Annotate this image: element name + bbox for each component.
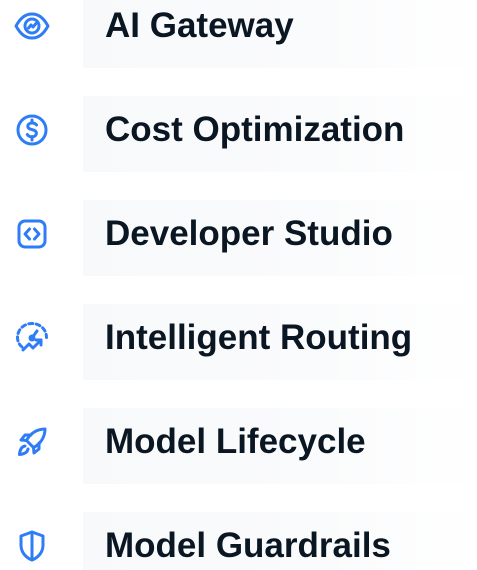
menu-item-label: Cost Optimization (105, 110, 405, 149)
speedometer-trend-icon (14, 320, 50, 356)
eye-icon (14, 8, 50, 44)
code-icon (14, 216, 50, 252)
menu-item-model-lifecycle[interactable]: Model Lifecycle (0, 408, 477, 484)
feature-menu: AI Gateway Cost Optimization Developer S… (0, 0, 477, 570)
menu-item-ai-gateway[interactable]: AI Gateway (0, 0, 477, 68)
menu-item-developer-studio[interactable]: Developer Studio (0, 200, 477, 276)
menu-item-model-guardrails[interactable]: Model Guardrails (0, 512, 477, 570)
menu-item-intelligent-routing[interactable]: Intelligent Routing (0, 304, 477, 380)
menu-item-label: AI Gateway (105, 6, 294, 45)
menu-item-label: Intelligent Routing (105, 318, 413, 357)
shield-icon (14, 528, 50, 564)
rocket-icon (14, 424, 50, 460)
menu-item-label: Model Guardrails (105, 526, 391, 565)
dollar-circle-icon (14, 112, 50, 148)
menu-item-label: Model Lifecycle (105, 422, 366, 461)
menu-item-label: Developer Studio (105, 214, 393, 253)
menu-item-cost-optimization[interactable]: Cost Optimization (0, 96, 477, 172)
